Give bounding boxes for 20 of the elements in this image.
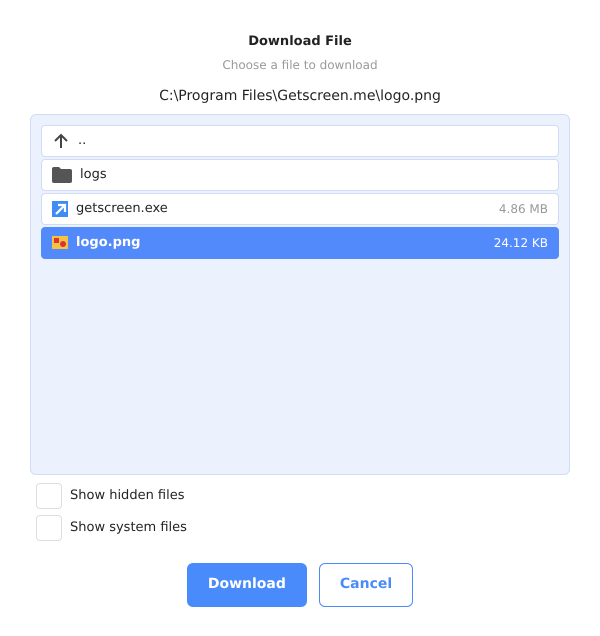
file-row[interactable]: logs [41,158,559,190]
file-name: logo.png [76,234,140,252]
file-row[interactable]: getscreen.exe 4.86 MB [41,192,559,224]
file-name: logs [80,166,107,184]
checkbox[interactable] [36,514,62,540]
up-arrow-icon [52,132,70,150]
file-size: 24.12 KB [494,234,548,252]
checkbox[interactable] [36,482,62,508]
file-path: C:\Program Files\Getscreen.me\logo.png [158,86,442,106]
folder-icon [52,166,72,182]
checkbox-label: Show hidden files [70,486,185,505]
dialog-title: Download File [247,33,353,51]
file-name: getscreen.exe [76,200,168,218]
dialog-subtitle: Choose a file to download [221,56,379,74]
shortcut-icon [52,200,68,216]
file-row[interactable]: .. [41,124,559,156]
file-size: 4.86 MB [498,200,548,218]
image-file-icon [52,236,68,249]
checkbox-label: Show system files [70,518,187,537]
file-name: .. [78,132,86,150]
